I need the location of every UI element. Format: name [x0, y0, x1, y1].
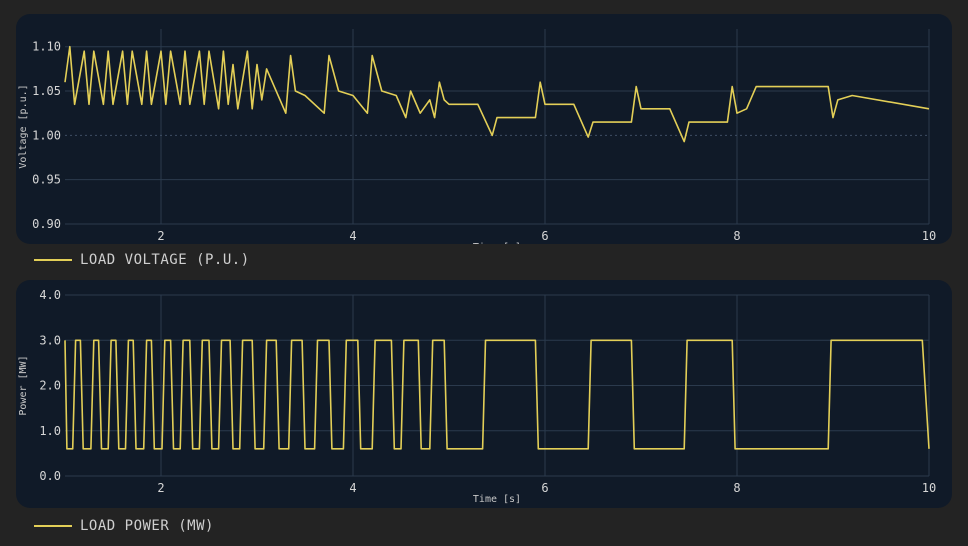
x-tick-label: 4: [349, 229, 356, 243]
x-tick-label: 10: [922, 481, 936, 495]
y-tick-label: 3.0: [39, 333, 61, 347]
y-axis-label: Power [MW]: [18, 355, 29, 415]
voltage-legend: LOAD VOLTAGE (P.U.): [34, 250, 250, 270]
y-axis-label: Voltage [p.u.]: [18, 84, 29, 168]
series-line: [64, 339, 930, 450]
y-tick-label: 1.00: [32, 128, 61, 142]
y-tick-label: 1.10: [32, 40, 61, 54]
x-tick-label: 6: [541, 229, 548, 243]
x-tick-label: 8: [733, 229, 740, 243]
power-legend: LOAD POWER (MW): [34, 516, 214, 536]
power-legend-swatch: [34, 525, 72, 527]
y-tick-label: 1.05: [32, 84, 61, 98]
series-line: [64, 45, 930, 143]
power-chart: 2 4 6 8 10 0.0 1.0 2.0 3.0 4.0 Time [s] Power [MW]: [18, 288, 936, 505]
x-tick-label: 2: [157, 229, 164, 243]
y-tick-label: 1.0: [39, 424, 61, 438]
y-tick-label: 4.0: [39, 288, 61, 302]
power-chart-panel: 2 4 6 8 10 0.0 1.0 2.0 3.0 4.0 Time [s] Power [MW]: [16, 280, 952, 508]
x-tick-label: 4: [349, 481, 356, 495]
y-tick-label: 2.0: [39, 379, 61, 393]
y-tick-label: 0.95: [32, 173, 61, 187]
y-tick-label: 0.90: [32, 217, 61, 231]
voltage-chart-panel: 2 4 6 8 10 0.90 0.95 1.00 1.05 1.10 Time [s] Voltag…: [16, 14, 952, 244]
voltage-legend-label: LOAD VOLTAGE (P.U.): [80, 252, 250, 268]
voltage-chart: 2 4 6 8 10 0.90 0.95 1.00 1.05 1.10 Time [s] Voltag…: [18, 29, 936, 244]
x-tick-label: 8: [733, 481, 740, 495]
x-axis-label: Time [s]: [473, 242, 521, 244]
power-legend-label: LOAD POWER (MW): [80, 518, 214, 534]
x-tick-label: 2: [157, 481, 164, 495]
voltage-legend-swatch: [34, 259, 72, 261]
x-tick-label: 6: [541, 481, 548, 495]
x-axis-label: Time [s]: [473, 494, 521, 505]
y-tick-label: 0.0: [39, 469, 61, 483]
x-tick-label: 10: [922, 229, 936, 243]
